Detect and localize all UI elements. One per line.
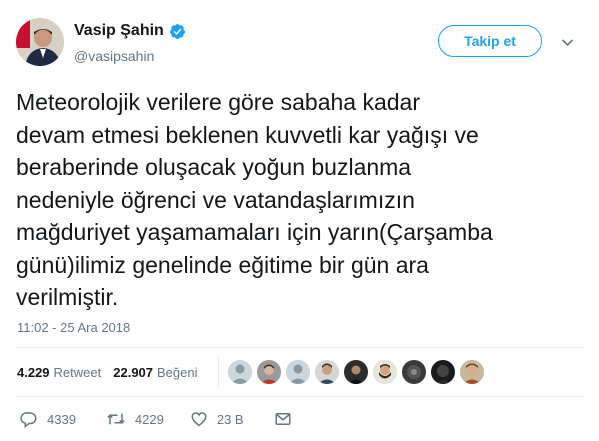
tweet-line: mağduriyet yaşamamaları için yarın(Çarşa… [16, 219, 493, 245]
liker-avatars [228, 360, 489, 384]
liker-avatar[interactable] [431, 360, 455, 384]
liker-avatar[interactable] [344, 360, 368, 384]
follow-button[interactable]: Takip et [438, 25, 542, 57]
tweet-line: beraberinde oluşacak yoğun buzlanma [16, 154, 412, 180]
liker-avatar[interactable] [315, 360, 339, 384]
reply-count: 4339 [47, 411, 76, 427]
liker-avatar[interactable] [257, 360, 281, 384]
liker-avatar[interactable] [402, 360, 426, 384]
retweets-stat[interactable]: 4.229 Retweet [17, 365, 101, 380]
tweet-timestamp[interactable]: 11:02 - 25 Ara 2018 [17, 320, 130, 335]
retweet-button[interactable]: 4229 [106, 410, 164, 428]
liker-avatar[interactable] [228, 360, 252, 384]
like-button[interactable]: 23 B [190, 410, 244, 428]
retweets-count: 4.229 [17, 365, 50, 380]
heart-icon [191, 412, 207, 427]
tweet-text: Meteorolojik verilere göre sabaha kadar … [16, 86, 588, 314]
retweet-count: 4229 [134, 411, 164, 427]
likes-label: Beğeni [157, 365, 198, 380]
likes-stat[interactable]: 22.907 Beğeni [113, 365, 197, 380]
divider [16, 396, 583, 397]
stats-separator [218, 357, 219, 387]
tweet-line: nedeniyle öğrenci ve vatandaşlarımızın [16, 186, 415, 213]
retweets-label: Retweet [53, 365, 102, 380]
tweet-line: verilmiştir. [16, 284, 119, 310]
like-count: 23 B [216, 411, 244, 427]
reply-icon [20, 412, 37, 428]
envelope-icon [275, 413, 291, 425]
author-handle[interactable]: @vasipsahin [74, 48, 154, 64]
tweet-line: günü)ilimiz genelinde eğitime bir gün ar… [16, 251, 429, 278]
message-button[interactable] [274, 410, 301, 428]
retweet-icon [107, 413, 125, 425]
likes-count: 22.907 [113, 365, 154, 380]
liker-avatar[interactable] [286, 360, 310, 384]
author-avatar[interactable] [16, 18, 64, 66]
chevron-down-icon[interactable] [561, 36, 574, 49]
verified-badge-icon [169, 23, 185, 39]
tweet-stats: 4.229 Retweet 22.907 Beğeni [17, 365, 210, 380]
liker-avatar[interactable] [460, 360, 484, 384]
tweet-line: Meteorolojik verilere göre sabaha kadar [16, 89, 420, 115]
tweet-actions: 4339 4229 23 B [20, 410, 301, 428]
tweet-line: devam etmesi beklenen kuvvetli kar yağış… [16, 121, 479, 148]
author-display-name[interactable]: Vasip Şahin [74, 22, 164, 40]
divider [16, 347, 583, 348]
reply-button[interactable]: 4339 [20, 410, 76, 428]
liker-avatar[interactable] [373, 360, 397, 384]
